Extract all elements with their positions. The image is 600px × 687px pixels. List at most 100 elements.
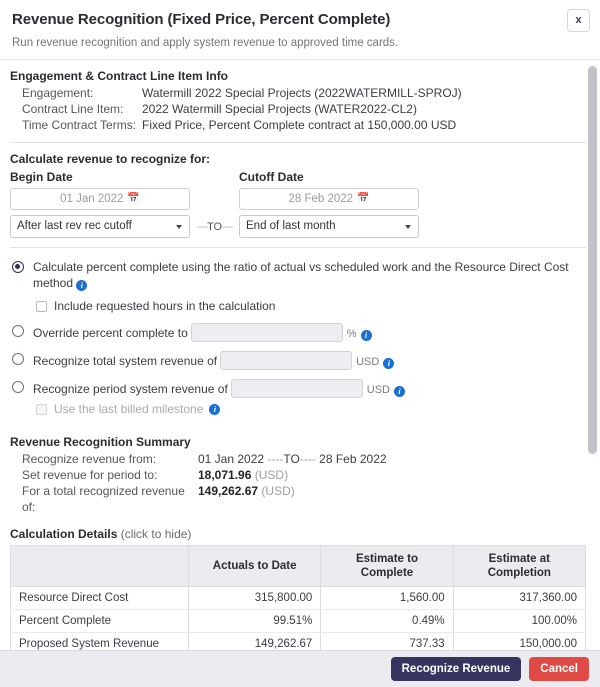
recognize-revenue-button[interactable]: Recognize Revenue (390, 657, 522, 681)
option-label: Calculate percent complete using the rat… (33, 259, 586, 291)
checkbox-include-requested-hours[interactable] (36, 300, 47, 312)
cell-actuals: 149,262.67 (187, 632, 321, 650)
calc-period-heading: Calculate revenue to recognize for: (10, 152, 211, 166)
table-row: Proposed System Revenue 149,262.67 737.3… (10, 632, 586, 650)
radio-percent-complete-ratio[interactable] (12, 261, 24, 273)
info-icon[interactable]: i (394, 386, 406, 397)
option3-text: Recognize total system revenue of (33, 354, 218, 368)
info-icon[interactable]: i (360, 330, 372, 341)
summary-label: For a total recognized revenue of: (22, 484, 185, 514)
recognition-method-options: Calculate percent complete using the rat… (10, 248, 586, 427)
cell-eac: 317,360.00 (452, 586, 586, 610)
cutoff-date-select[interactable]: End of last month (239, 215, 419, 238)
percent-unit: % (346, 328, 357, 340)
begin-date-col: Begin Date 01 Jan 2022 📅 (10, 170, 190, 210)
info-row: Contract Line Item: 2022 Watermill Speci… (10, 101, 586, 117)
radio-total-system-revenue[interactable] (12, 353, 24, 365)
summary-from-date: 01 Jan 2022 (198, 452, 265, 466)
cell-etc: 1,560.00 (320, 586, 454, 610)
summary-to-date: 28 Feb 2022 (319, 452, 387, 466)
option-total-system-revenue[interactable]: Recognize total system revenue of USD i (12, 351, 586, 370)
begin-date-value: 01 Jan 2022 (60, 193, 124, 205)
column-header-blank (10, 545, 189, 587)
info-row: Time Contract Terms: Fixed Price, Percen… (10, 117, 586, 133)
summary-separator: TO (283, 452, 300, 466)
row-label: Resource Direct Cost (10, 586, 189, 610)
column-header-etc: Estimate to Complete (320, 545, 454, 587)
option-period-system-revenue[interactable]: Recognize period system revenue of USD i (12, 379, 586, 398)
usd-unit: USD (356, 356, 380, 368)
include-requested-hours-row[interactable]: Include requested hours in the calculati… (36, 299, 586, 313)
option2-text: Override percent complete to (33, 326, 188, 340)
calculation-details-table: Actuals to Date Estimate to Complete Est… (10, 545, 586, 650)
begin-date-label: Begin Date (10, 170, 73, 184)
usd-unit: USD (366, 384, 391, 396)
summary-row: Set revenue for period to: 18,071.96 (US… (10, 467, 586, 483)
revenue-recognition-dialog: Revenue Recognition (Fixed Price, Percen… (0, 0, 600, 687)
summary-currency: (USD) (261, 484, 295, 498)
calculation-details-hint: (click to hide) (120, 527, 192, 541)
option1-text: Calculate percent complete using the rat… (33, 260, 569, 290)
summary-period-amount: 18,071.96 (198, 468, 252, 482)
include-requested-hours-label: Include requested hours in the calculati… (54, 299, 276, 313)
option-override-percent[interactable]: Override percent complete to% i (12, 323, 586, 342)
begin-date-field[interactable]: 01 Jan 2022 📅 (10, 188, 190, 210)
begin-date-select[interactable]: After last rev rec cutoff (10, 215, 190, 238)
column-header-actuals: Actuals to Date (187, 545, 321, 587)
cell-etc: 737.33 (320, 632, 454, 650)
info-icon[interactable]: i (209, 403, 221, 415)
calculation-details-title: Calculation Details (10, 527, 118, 541)
info-label: Time Contract Terms: (22, 118, 137, 132)
cancel-button[interactable]: Cancel (529, 657, 589, 681)
info-value: Fixed Price, Percent Complete contract a… (142, 118, 457, 132)
cutoff-date-field[interactable]: 28 Feb 2022 📅 (239, 188, 419, 210)
cutoff-date-value: 28 Feb 2022 (288, 193, 354, 205)
engagement-info-title: Engagement & Contract Line Item Info (10, 69, 229, 83)
radio-override-percent[interactable] (12, 325, 24, 337)
calendar-icon[interactable]: 📅 (357, 194, 369, 204)
cutoff-date-col: Cutoff Date 28 Feb 2022 📅 (239, 170, 419, 210)
close-icon[interactable]: x (567, 9, 590, 32)
option-label: Recognize total system revenue of USD i (33, 351, 395, 370)
use-last-billed-milestone-row[interactable]: Use the last billed milestone i (36, 402, 586, 416)
column-header-eac: Estimate at Completion (452, 545, 586, 587)
table-row: Resource Direct Cost 315,800.00 1,560.00… (10, 586, 586, 610)
summary-row: For a total recognized revenue of: 149,2… (10, 483, 586, 515)
summary-value: 18,071.96 (USD) (198, 467, 288, 483)
option-label: Override percent complete to% i (33, 323, 372, 342)
option-label: Recognize period system revenue of USD i (33, 379, 406, 398)
radio-period-system-revenue[interactable] (12, 381, 24, 393)
calendar-icon[interactable]: 📅 (127, 194, 139, 204)
dialog-header: Revenue Recognition (Fixed Price, Percen… (0, 0, 600, 60)
dialog-footer: Recognize Revenue Cancel (0, 650, 600, 687)
dialog-body: Engagement & Contract Line Item Info Eng… (0, 60, 600, 650)
period-system-revenue-input[interactable] (230, 379, 363, 398)
info-icon[interactable]: i (383, 358, 395, 369)
checkbox-use-last-billed-milestone[interactable] (36, 403, 47, 415)
scrollbar-thumb[interactable] (588, 66, 597, 454)
cell-etc: 0.49% (320, 609, 454, 633)
info-value: Watermill 2022 Special Projects (2022WAT… (142, 86, 462, 100)
summary-total-amount: 149,262.67 (198, 484, 259, 498)
dialog-subtitle: Run revenue recognition and apply system… (12, 37, 399, 49)
info-icon[interactable]: i (76, 280, 88, 291)
row-label: Proposed System Revenue (10, 632, 189, 650)
cell-actuals: 315,800.00 (187, 586, 321, 610)
table-header-row: Actuals to Date Estimate to Complete Est… (10, 545, 586, 587)
engagement-info-section: Engagement & Contract Line Item Info Eng… (10, 60, 586, 143)
total-system-revenue-input[interactable] (220, 351, 353, 370)
option-percent-complete-ratio[interactable]: Calculate percent complete using the rat… (12, 259, 586, 291)
to-separator: ----TO---- (196, 220, 234, 233)
calculation-details-toggle[interactable]: Calculation Details (click to hide) (10, 523, 586, 545)
row-label: Percent Complete (10, 609, 189, 633)
revenue-recognition-summary: Revenue Recognition Summary Recognize re… (10, 427, 586, 523)
override-percent-input[interactable] (190, 323, 343, 342)
summary-currency: (USD) (254, 468, 289, 482)
summary-label: Recognize revenue from: (22, 452, 157, 466)
scrollbar[interactable] (587, 60, 599, 650)
table-row: Percent Complete 99.51% 0.49% 100.00% (10, 609, 586, 633)
cell-actuals: 99.51% (187, 609, 321, 633)
summary-title: Revenue Recognition Summary (10, 435, 191, 449)
use-last-billed-milestone-label: Use the last billed milestone (54, 402, 204, 416)
info-label: Contract Line Item: (22, 102, 124, 116)
